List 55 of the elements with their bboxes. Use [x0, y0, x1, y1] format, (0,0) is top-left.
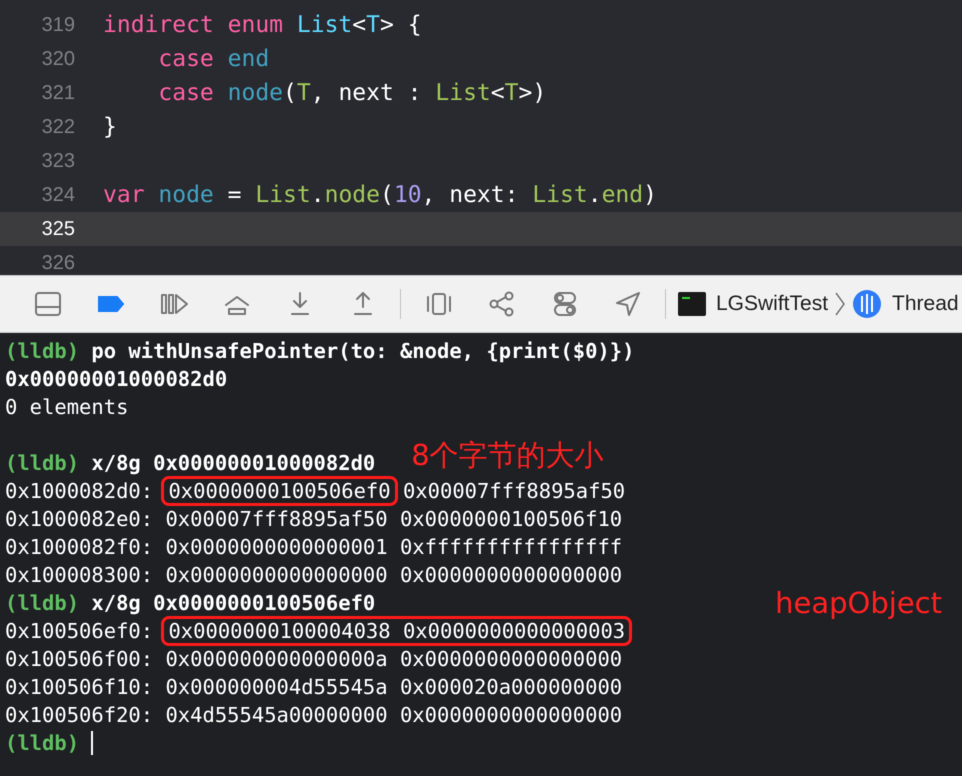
code-line: case end: [157, 46, 270, 72]
memory-address: 0x100506f10:: [5, 675, 154, 699]
lldb-prompt: (lldb): [5, 339, 80, 363]
memory-value: 0x0000000000000000: [400, 647, 622, 671]
terminal-icon: [678, 292, 706, 316]
memory-graph-icon: [486, 289, 516, 319]
memory-value: 0x0000000100506ef0: [168, 479, 391, 503]
memory-value: 0x0000000100506f10: [400, 507, 622, 531]
line-number: 325: [40, 218, 75, 240]
code-line: }: [103, 114, 117, 140]
memory-value: 0x000000000000000a: [165, 647, 388, 671]
annotation: heapObject: [775, 586, 942, 620]
line-number: 320: [40, 48, 75, 70]
code-line: indirect enum List<T> {: [103, 12, 422, 38]
code-line: var node = List.node(10, next: List.end): [103, 182, 657, 208]
memory-value: 0x000020a000000000: [400, 675, 622, 699]
console-output: 0 elements: [5, 395, 128, 419]
line-number: 324: [40, 184, 75, 206]
memory-address: 0x100506f20:: [5, 703, 154, 727]
breadcrumb-item[interactable]: Thread: [892, 292, 959, 316]
line-number: 322: [40, 116, 75, 138]
memory-value: 0x00007fff8895af50: [402, 479, 626, 503]
chevron-icon: [834, 291, 846, 317]
line-number: 326: [40, 252, 75, 274]
memory-value: 0x0000000000000000: [400, 703, 622, 727]
line-number: 323: [40, 150, 75, 172]
lldb-prompt: (lldb): [5, 591, 80, 615]
console-output: 0x00000001000082d0: [5, 367, 228, 391]
console-command: po withUnsafePointer(to: &node, {print($0)}): [90, 339, 634, 363]
memory-value: 0x0000000000000001: [165, 535, 388, 559]
memory-value: 0x4d55545a00000000: [165, 703, 388, 727]
annotation: 8个字节的大小: [411, 437, 604, 474]
lldb-prompt: (lldb): [5, 451, 80, 475]
console-command: x/8g 0x00000001000082d0: [90, 451, 376, 475]
memory-value: 0x00007fff8895af50: [165, 507, 388, 531]
memory-value: 0x0000000100004038: [168, 619, 391, 643]
memory-value: 0x0000000000000003: [402, 619, 626, 643]
line-number: 319: [40, 14, 75, 36]
memory-address: 0x1000082d0:: [5, 479, 154, 503]
code-line: case node(T, next : List<T>): [157, 80, 546, 106]
memory-value: 0x0000000000000000: [400, 563, 622, 587]
panel-icon: [32, 289, 62, 319]
thread-icon: [852, 289, 882, 319]
memory-address: 0x100506f00:: [5, 647, 154, 671]
memory-address: 0x100506ef0:: [5, 619, 154, 643]
memory-address: 0x1000082e0:: [5, 507, 154, 531]
memory-address: 0x1000082f0:: [5, 535, 154, 559]
memory-value: 0xffffffffffffffff: [400, 535, 622, 559]
breadcrumb-item[interactable]: LGSwiftTest: [716, 292, 828, 316]
console-command: x/8g 0x0000000100506ef0: [90, 591, 376, 615]
lldb-prompt: (lldb): [5, 731, 80, 755]
memory-value: 0x0000000000000000: [165, 563, 388, 587]
line-number: 321: [40, 82, 75, 104]
memory-address: 0x100008300:: [5, 563, 154, 587]
memory-value: 0x000000004d55545a: [165, 675, 388, 699]
